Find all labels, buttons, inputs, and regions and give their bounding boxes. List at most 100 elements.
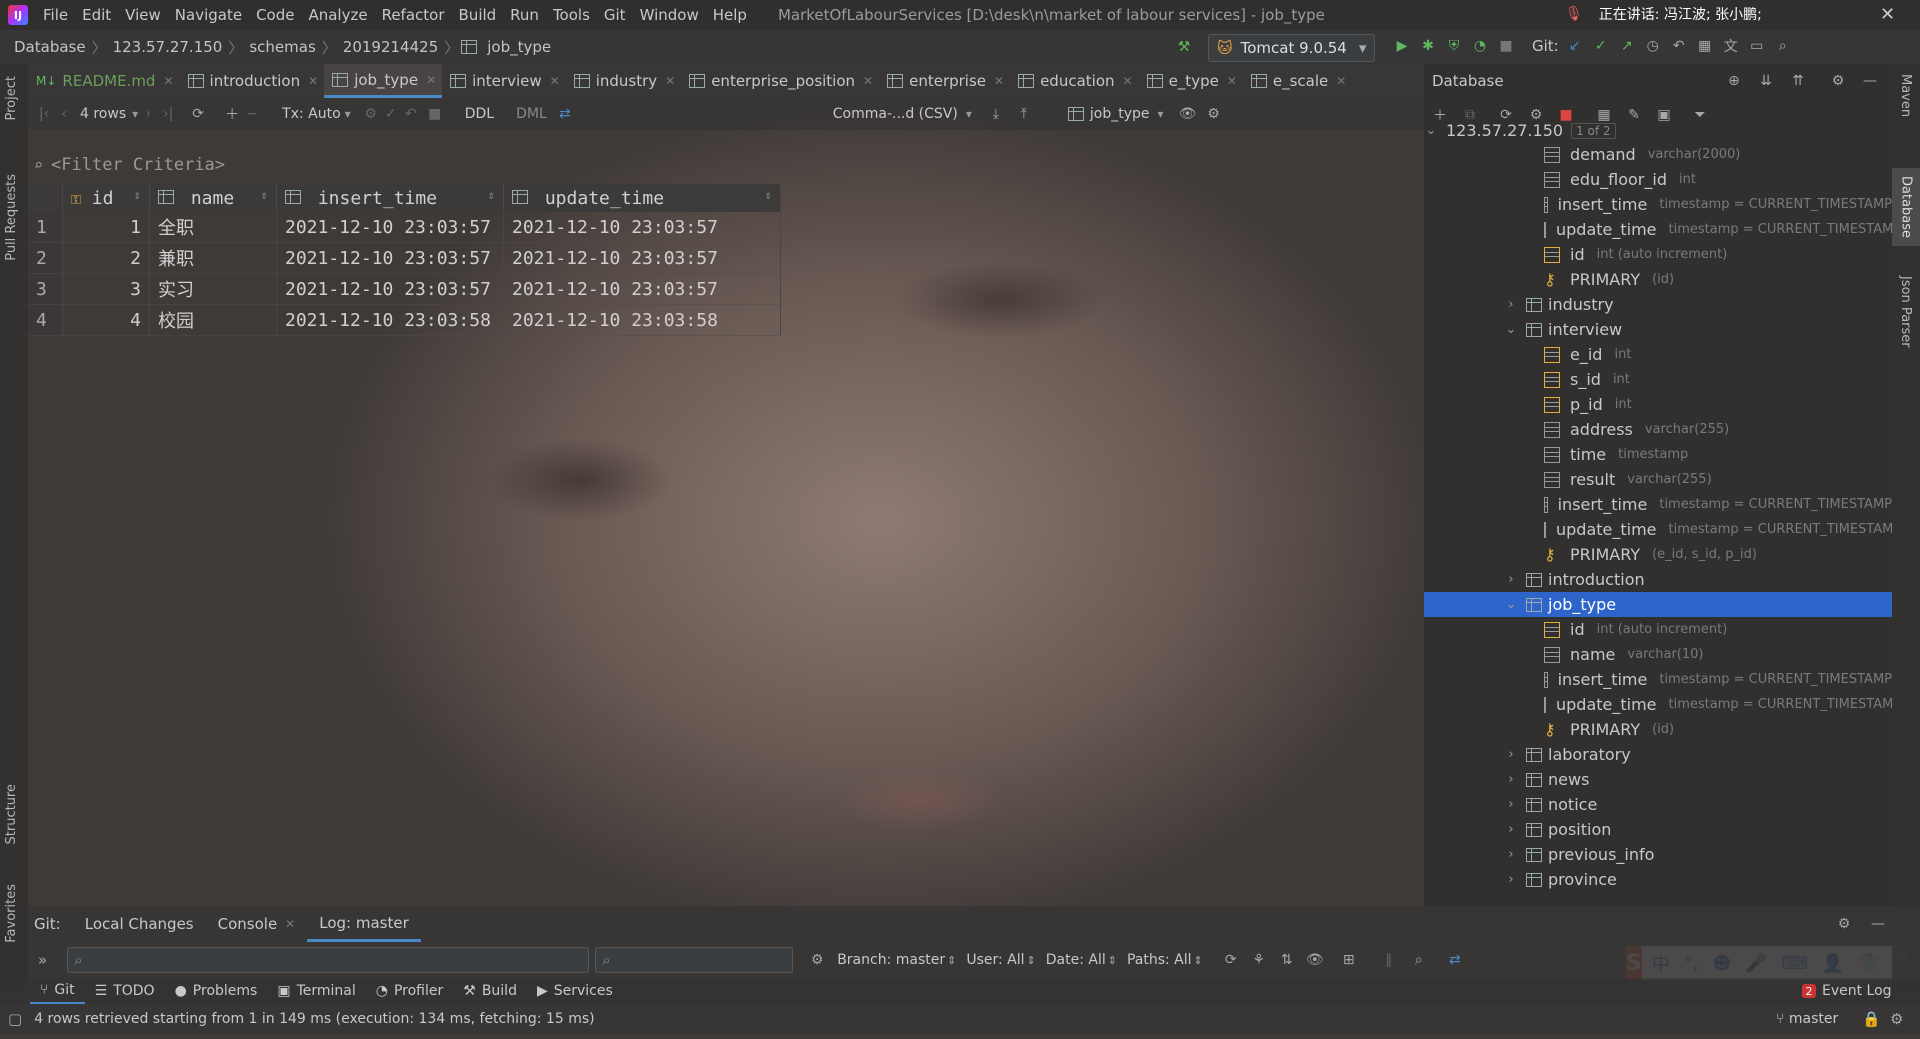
tab-e-scale[interactable]: e_scale ✕ (1243, 64, 1352, 98)
presentation-icon[interactable]: ▭ (1747, 36, 1767, 56)
menu-tools[interactable]: Tools (546, 6, 597, 24)
favorites-tool-button[interactable]: Favorites (4, 884, 19, 943)
tree-key[interactable]: ⚷ PRIMARY (id) (1424, 267, 1892, 292)
close-tab-icon[interactable]: ✕ (285, 917, 295, 931)
profile-icon[interactable]: ◔ (1470, 36, 1490, 56)
search-everywhere-icon[interactable]: ⌕ (1773, 36, 1793, 56)
tree-column[interactable]: time timestamp (1424, 442, 1892, 467)
add-row-icon[interactable]: ＋ (222, 104, 242, 124)
tool-profiler[interactable]: ◔ Profiler (366, 983, 454, 999)
tree-column[interactable]: s_id int (1424, 367, 1892, 392)
breadcrumb-host[interactable]: 123.57.27.150 (109, 38, 227, 56)
tree-key[interactable]: ⚷ PRIMARY (id) (1424, 717, 1892, 742)
coverage-icon[interactable]: ⛨ (1444, 36, 1464, 56)
dml-button[interactable]: DML (516, 106, 547, 122)
column-header-name[interactable]: name ⇕ (149, 184, 277, 212)
settings-gear-icon[interactable]: ⚙ (1828, 71, 1848, 91)
date-filter[interactable]: Date: All (1046, 952, 1106, 968)
tree-table-previous-info[interactable]: › previous_info (1424, 842, 1892, 867)
breadcrumb-schema[interactable]: 2019214425 (339, 38, 442, 56)
cell-id[interactable]: 4 (62, 304, 150, 336)
table-row[interactable]: 1 1 全职 2021-12-10 23:03:57 2021-12-10 23… (28, 212, 781, 243)
menu-edit[interactable]: Edit (75, 6, 118, 24)
tab-log-master[interactable]: Log: master (307, 906, 421, 942)
cell-insert-time[interactable]: 2021-12-10 23:03:57 (276, 242, 504, 274)
cell-update-time[interactable]: 2021-12-10 23:03:57 (503, 273, 781, 305)
close-tab-icon[interactable]: ✕ (550, 74, 560, 88)
pull-requests-tool-button[interactable]: Pull Requests (4, 174, 19, 261)
close-window-icon[interactable]: ✕ (1880, 4, 1895, 25)
column-header-update-time[interactable]: update_time ⇕ (503, 184, 781, 212)
tool-build[interactable]: ⚒ Build (453, 983, 527, 999)
menu-refactor[interactable]: Refactor (375, 6, 452, 24)
refresh-icon[interactable]: ⟳ (1221, 950, 1241, 970)
chevron-right-icon[interactable]: › (1504, 747, 1518, 762)
tx-mode-select[interactable]: Tx: Auto (282, 106, 341, 122)
commit-icon[interactable]: ✓ (381, 104, 401, 124)
cell-update-time[interactable]: 2021-12-10 23:03:57 (503, 212, 781, 243)
download-icon[interactable]: ⤓ (986, 104, 1006, 124)
sort-icon[interactable]: ⇕ (261, 188, 268, 202)
tab-enterprise-position[interactable]: enterprise_position ✕ (681, 64, 879, 98)
cell-id[interactable]: 3 (62, 273, 150, 305)
tree-column[interactable]: update_time timestamp = CURRENT_TIMESTAMP (1424, 217, 1892, 242)
tab-e-type[interactable]: e_type ✕ (1139, 64, 1243, 98)
tool-problems[interactable]: ● Problems (165, 983, 268, 999)
close-tab-icon[interactable]: ✕ (1123, 74, 1133, 88)
view-options-icon[interactable]: 👁 (1305, 950, 1325, 970)
tab-local-changes[interactable]: Local Changes (73, 906, 206, 942)
cell-name[interactable]: 实习 (149, 273, 277, 305)
run-config-select[interactable]: 🐱 Tomcat 9.0.54 ▾ (1208, 34, 1376, 62)
close-tab-icon[interactable]: ✕ (863, 74, 873, 88)
cell-update-time[interactable]: 2021-12-10 23:03:58 (503, 304, 781, 336)
column-header-id[interactable]: ⚿ id ⇕ (62, 184, 150, 212)
tab-industry[interactable]: industry ✕ (566, 64, 682, 98)
upload-icon[interactable]: ⤒ (1014, 104, 1034, 124)
menu-help[interactable]: Help (706, 6, 754, 24)
close-tab-icon[interactable]: ✕ (308, 74, 318, 88)
reload-icon[interactable]: ⟳ (188, 104, 208, 124)
collapse-all-icon[interactable]: ⇈ (1788, 71, 1808, 91)
search-icon[interactable]: ⌕ (1409, 950, 1429, 970)
tab-education[interactable]: education ✕ (1010, 64, 1139, 98)
cherry-pick-icon[interactable]: ⚘ (1249, 950, 1269, 970)
filter-bar[interactable]: ⌕ <Filter Criteria> (28, 150, 1424, 180)
menu-window[interactable]: Window (633, 6, 706, 24)
tab-interview[interactable]: interview ✕ (442, 64, 566, 98)
tree-column[interactable]: result varchar(255) (1424, 467, 1892, 492)
previous-page-icon[interactable]: ‹ (54, 104, 74, 124)
chevron-right-icon[interactable]: › (1504, 872, 1518, 887)
menu-file[interactable]: File (36, 6, 75, 24)
tree-table-industry[interactable]: › industry (1424, 292, 1892, 317)
cell-insert-time[interactable]: 2021-12-10 23:03:57 (276, 212, 504, 243)
cell-id[interactable]: 1 (62, 212, 150, 243)
compare-icon[interactable]: ⇄ (1445, 950, 1465, 970)
tree-column[interactable]: update_time timestamp = CURRENT_TIMESTAMP (1424, 517, 1892, 542)
tree-table-introduction[interactable]: › introduction (1424, 567, 1892, 592)
tool-event-log[interactable]: 2 Event Log (1792, 983, 1902, 999)
lock-icon[interactable]: 🔒 (1862, 1010, 1881, 1028)
sort-order-icon[interactable]: ⇅ (1277, 950, 1297, 970)
close-tab-icon[interactable]: ✕ (163, 74, 173, 88)
console-icon[interactable]: ▣ (1654, 105, 1674, 125)
tab-readme[interactable]: M↓ README.md ✕ (28, 64, 180, 98)
tool-services[interactable]: ▶ Services (527, 983, 623, 999)
tree-column[interactable]: insert_time timestamp = CURRENT_TIMESTAMP (1424, 492, 1892, 517)
paths-filter[interactable]: Paths: All (1127, 952, 1192, 968)
tab-job-type[interactable]: job_type ✕ (324, 64, 443, 98)
new-tab-icon[interactable]: ⊞ (1339, 950, 1359, 970)
tree-host[interactable]: ⌄ 123.57.27.150 1 of 2 (1424, 118, 1616, 143)
menu-analyze[interactable]: Analyze (301, 6, 374, 24)
column-header-insert-time[interactable]: insert_time ⇕ (276, 184, 504, 212)
delete-row-icon[interactable]: − (242, 104, 262, 124)
filter-criteria-input[interactable]: <Filter Criteria> (51, 155, 225, 175)
sort-icon[interactable]: ⇕ (488, 188, 495, 202)
tree-column[interactable]: insert_time timestamp = CURRENT_TIMESTAMP (1424, 192, 1892, 217)
tree-column[interactable]: insert_time timestamp = CURRENT_TIMESTAMP (1424, 667, 1892, 692)
table-row[interactable]: 2 2 兼职 2021-12-10 23:03:57 2021-12-10 23… (28, 242, 781, 274)
project-tool-button[interactable]: Project (4, 76, 19, 120)
close-tab-icon[interactable]: ✕ (994, 74, 1004, 88)
compare-icon[interactable]: ⇄ (555, 104, 575, 124)
row-number[interactable]: 1 (28, 212, 63, 243)
project-structure-icon[interactable]: ▦ (1695, 36, 1715, 56)
